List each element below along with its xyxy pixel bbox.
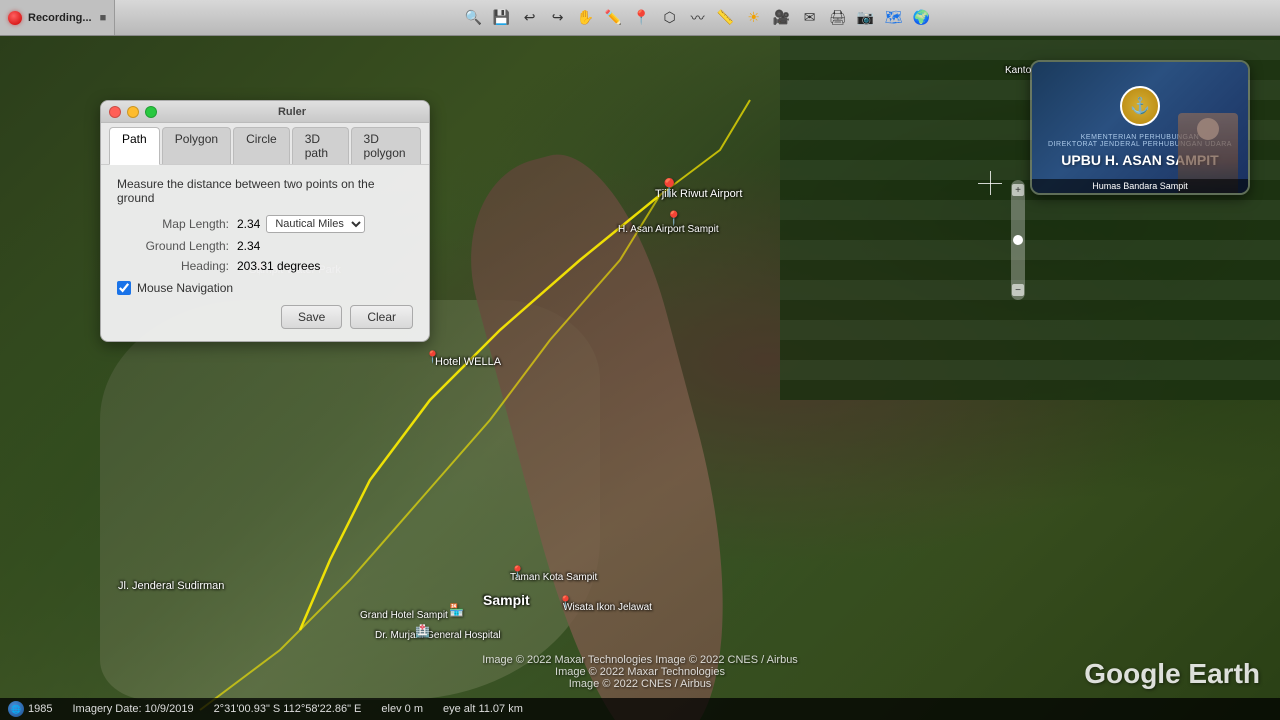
recording-indicator: Recording... ■: [0, 0, 115, 35]
tab-circle[interactable]: Circle: [233, 127, 290, 164]
eye-altitude: eye alt 11.07 km: [443, 703, 523, 715]
heading-row: Heading: 203.31 degrees: [117, 259, 413, 273]
elevation: elev 0 m: [381, 703, 423, 715]
map-length-value: 2.34: [237, 217, 260, 231]
year-value: 1985: [28, 703, 52, 715]
airport-pin-tjilik[interactable]: 📍: [658, 178, 680, 199]
tab-3d-polygon[interactable]: 3D polygon: [351, 127, 421, 164]
dialog-buttons: Save Clear: [117, 305, 413, 329]
mouse-nav-row: Mouse Navigation: [117, 281, 413, 295]
dialog-content: Measure the distance between two points …: [101, 165, 429, 341]
tab-path[interactable]: Path: [109, 127, 160, 165]
zoom-slider[interactable]: + −: [1011, 180, 1025, 300]
hotel-pin[interactable]: 📍: [425, 350, 440, 364]
crosshair: [978, 171, 1002, 195]
unit-selector[interactable]: Nautical Miles Kilometers Miles Feet Met…: [266, 215, 365, 233]
mouse-nav-checkbox[interactable]: [117, 281, 131, 295]
path-icon[interactable]: 〰: [685, 5, 711, 31]
save-button[interactable]: Save: [281, 305, 342, 329]
sampit-label: Sampit: [483, 592, 530, 608]
emblem-icon: ⚓: [1120, 86, 1160, 126]
taman-pin[interactable]: 📍: [510, 565, 525, 579]
draw-icon[interactable]: ✏️: [601, 5, 627, 31]
record-icon[interactable]: 🎥: [769, 5, 795, 31]
clear-button[interactable]: Clear: [350, 305, 413, 329]
placemark-icon[interactable]: 📍: [629, 5, 655, 31]
toolbar: Recording... ■ 🔍 💾 ↩ ↪ ✋ ✏️ 📍 ⬡ 〰 📏 ☀ 🎥 …: [0, 0, 1280, 36]
maximize-button[interactable]: [145, 106, 157, 118]
dialog-description: Measure the distance between two points …: [117, 177, 413, 205]
heading-label: Heading:: [117, 259, 237, 273]
video-overlay: ⚓ KEMENTERIAN PERHUBUNGANDIREKTORAT JEND…: [1030, 60, 1250, 195]
hotel-wella-label: Hotel WELLA: [435, 356, 501, 368]
wisata-label: Wisata Ikon Jelawat: [563, 602, 652, 613]
dialog-title: Ruler: [278, 106, 306, 118]
photo-icon[interactable]: 📷: [853, 5, 879, 31]
email-icon[interactable]: ✉: [797, 5, 823, 31]
google-earth-logo: Google Earth: [1084, 658, 1260, 690]
ruler-tabs: Path Polygon Circle 3D path 3D polygon: [101, 123, 429, 165]
tab-3d-path[interactable]: 3D path: [292, 127, 349, 164]
tab-polygon[interactable]: Polygon: [162, 127, 231, 164]
imagery-date: Imagery Date: 10/9/2019: [72, 703, 193, 715]
sudirman-label: Jl. Jenderal Sudirman: [118, 580, 224, 592]
search-icon[interactable]: 🔍: [461, 5, 487, 31]
zoom-out-button[interactable]: −: [1012, 284, 1024, 296]
ruler-dialog: Ruler Path Polygon Circle 3D path 3D pol…: [100, 100, 430, 342]
wisata-pin[interactable]: 📍: [558, 595, 573, 609]
coordinates: 2°31'00.93" S 112°58'22.86" E: [214, 703, 362, 715]
pan-icon[interactable]: ✋: [573, 5, 599, 31]
year-icon: 🌐: [8, 701, 24, 717]
airport-pin-hasan[interactable]: 📍: [665, 210, 682, 227]
copyright-text: Image © 2022 Maxar Technologies Image © …: [482, 654, 798, 690]
heading-value: 203.31 degrees: [237, 259, 320, 273]
print-icon[interactable]: 🖨: [825, 5, 851, 31]
recording-dot: [8, 11, 22, 25]
ground-length-label: Ground Length:: [117, 239, 237, 253]
maps-icon[interactable]: 🗺: [881, 5, 907, 31]
measure-icon[interactable]: 📏: [713, 5, 739, 31]
ground-length-row: Ground Length: 2.34: [117, 239, 413, 253]
globe-icon[interactable]: 🌍: [909, 5, 935, 31]
close-button[interactable]: [109, 106, 121, 118]
grand-hotel-pin[interactable]: 🏪: [449, 603, 464, 617]
toolbar-icons: 🔍 💾 ↩ ↪ ✋ ✏️ 📍 ⬡ 〰 📏 ☀ 🎥 ✉ 🖨 📷 🗺 🌍: [115, 5, 1280, 31]
sunlight-icon[interactable]: ☀: [741, 5, 767, 31]
video-label: Humas Bandara Sampit: [1032, 179, 1248, 193]
statusbar: 🌐 1985 Imagery Date: 10/9/2019 2°31'00.9…: [0, 698, 1280, 720]
hospital-pin[interactable]: 🏥: [415, 624, 430, 638]
zoom-handle[interactable]: [1013, 235, 1023, 245]
year-indicator: 🌐 1985: [8, 701, 52, 717]
forward-icon[interactable]: ↪: [545, 5, 571, 31]
zoom-in-button[interactable]: +: [1012, 184, 1024, 196]
hospital-label: Dr. Murjani General Hospital: [375, 630, 501, 641]
map-length-row: Map Length: 2.34 Nautical Miles Kilomete…: [117, 215, 413, 233]
grand-hotel-label: Grand Hotel Sampit: [360, 610, 448, 621]
save-icon[interactable]: 💾: [489, 5, 515, 31]
mouse-nav-label: Mouse Navigation: [137, 281, 233, 295]
minimize-button[interactable]: [127, 106, 139, 118]
polygon-icon[interactable]: ⬡: [657, 5, 683, 31]
dialog-titlebar: Ruler: [101, 101, 429, 123]
stop-button[interactable]: ■: [100, 12, 107, 24]
map-length-label: Map Length:: [117, 217, 237, 231]
ground-length-value: 2.34: [237, 239, 260, 253]
back-icon[interactable]: ↩: [517, 5, 543, 31]
video-background: ⚓ KEMENTERIAN PERHUBUNGANDIREKTORAT JEND…: [1032, 62, 1248, 193]
recording-label: Recording...: [28, 12, 92, 24]
